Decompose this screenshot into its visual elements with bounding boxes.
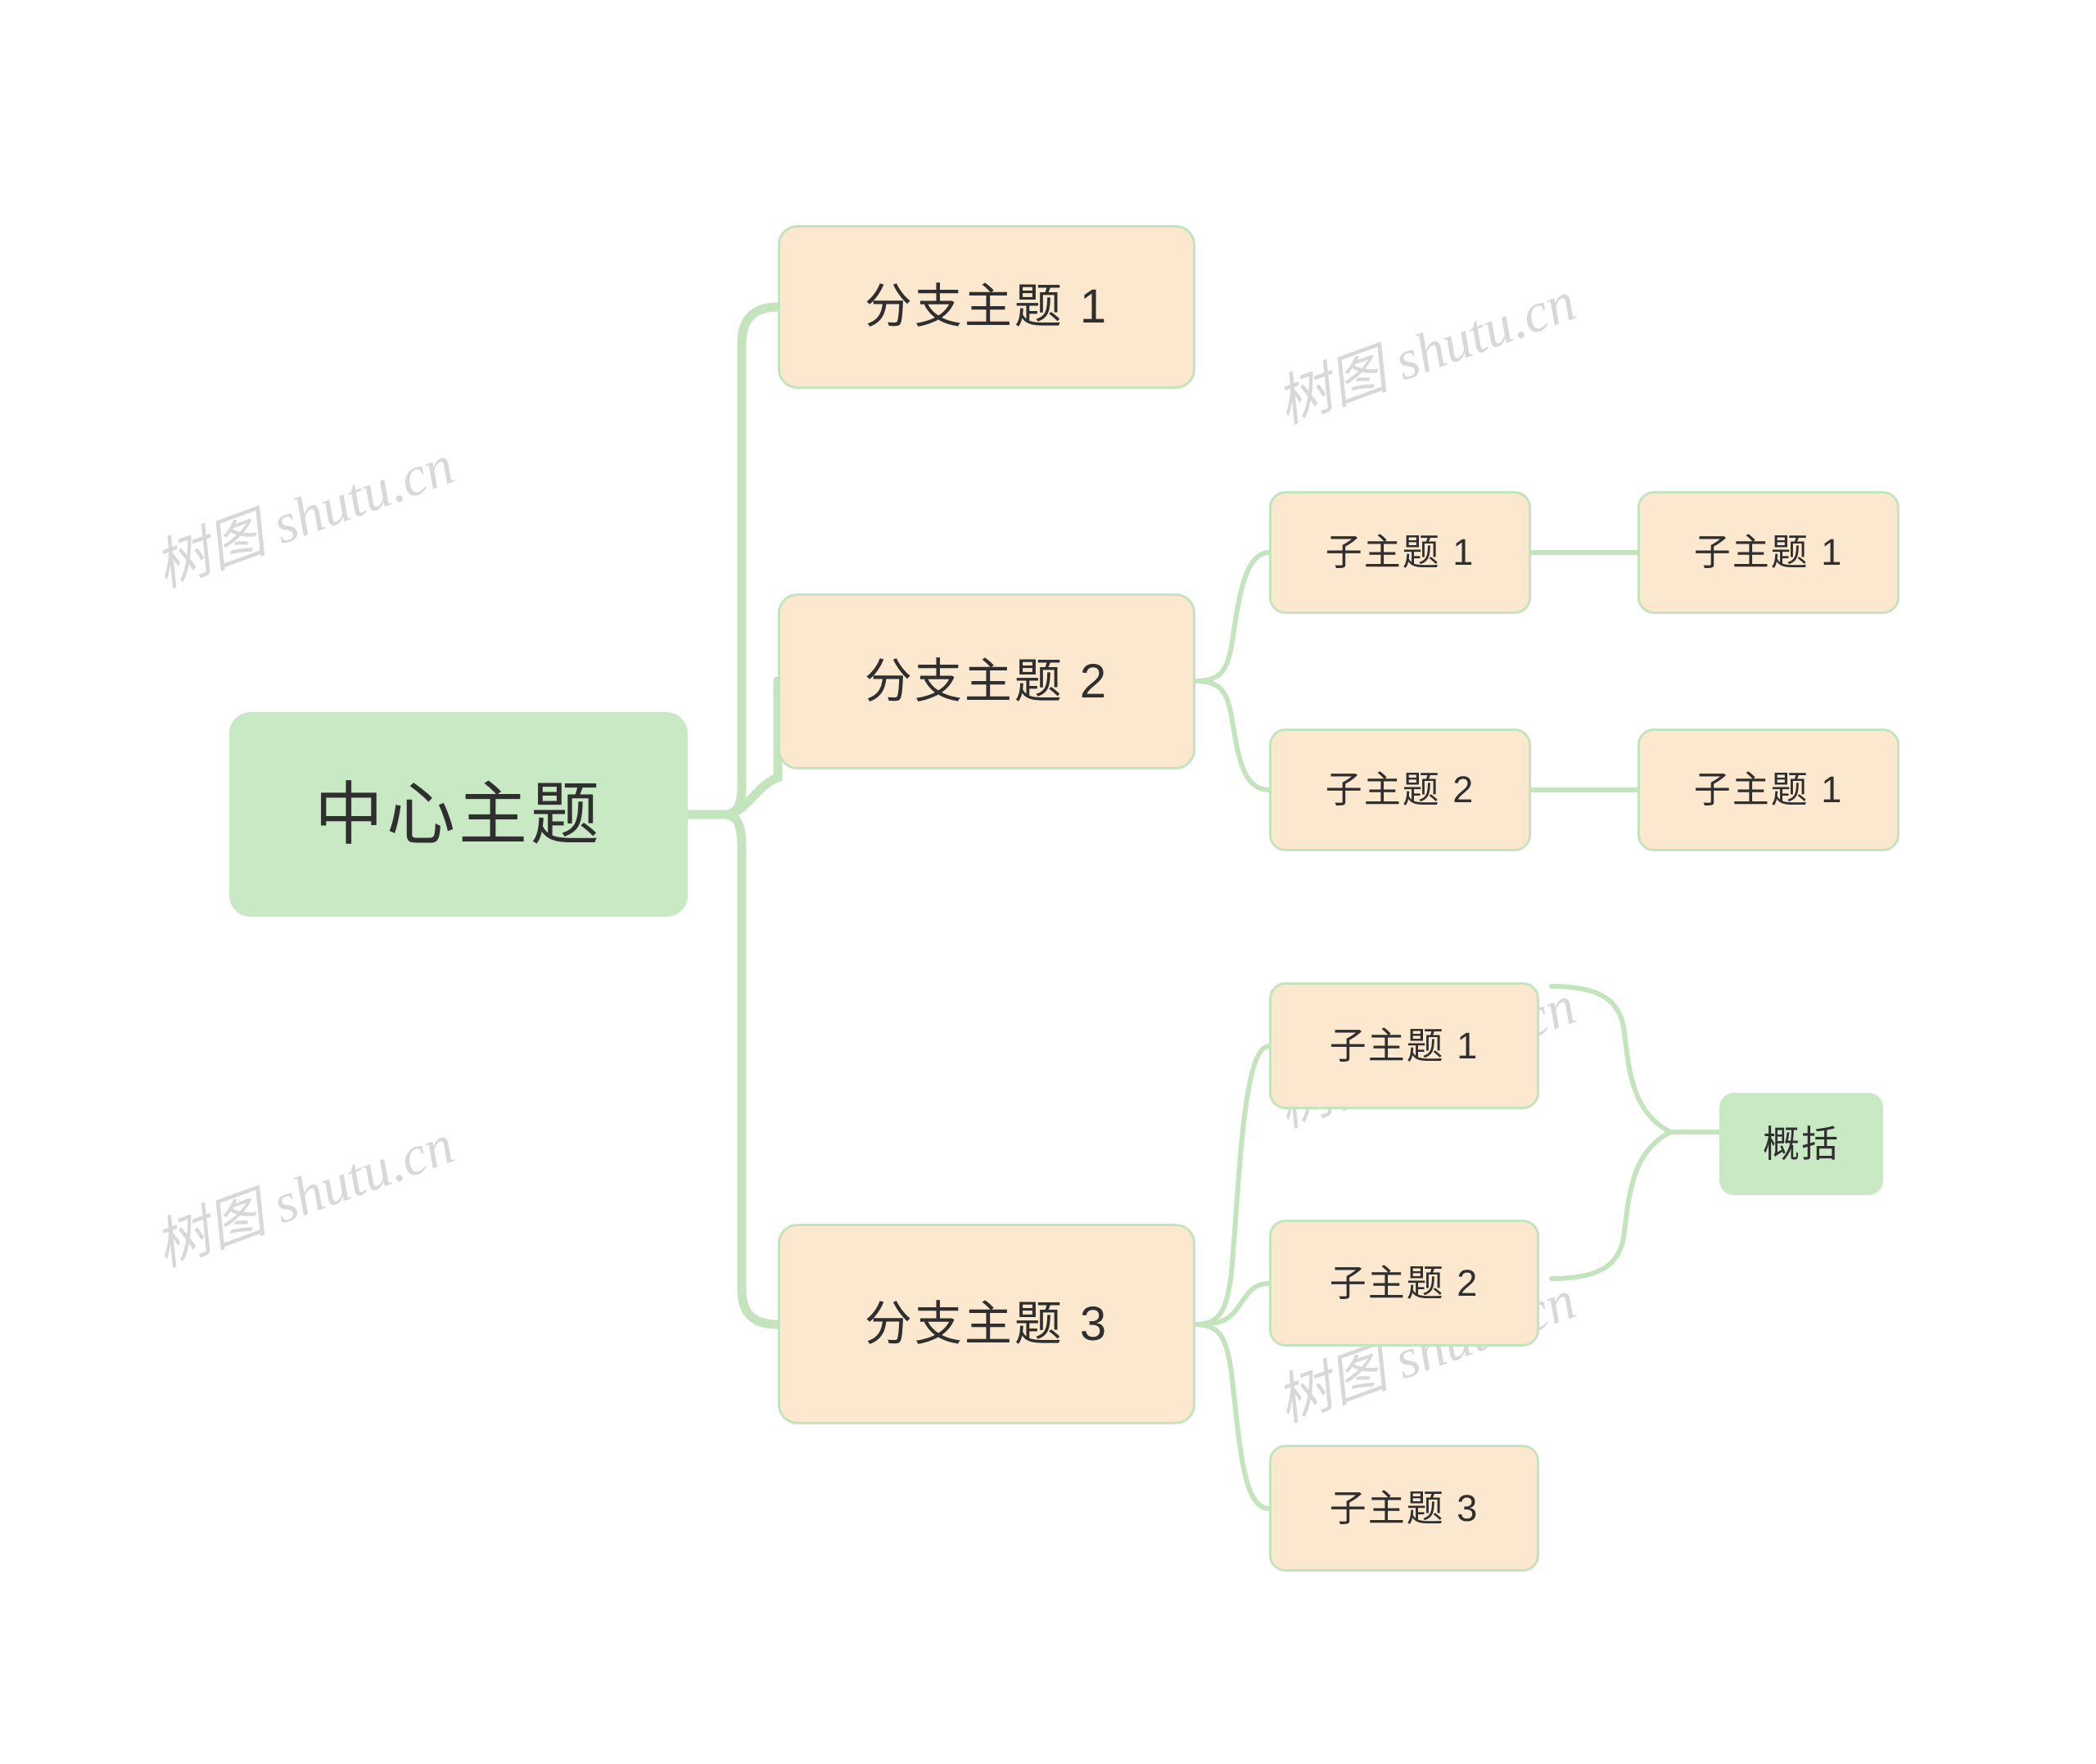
- node-branch-3-sub-2[interactable]: 子主题 2: [1269, 1220, 1539, 1347]
- node-branch-2-sub-2-leaf-1[interactable]: 子主题 1: [1638, 729, 1900, 851]
- node-branch-3-label: 分支主题 3: [864, 1297, 1109, 1351]
- node-branch-2[interactable]: 分支主题 2: [778, 593, 1195, 769]
- node-root-label: 中心主题: [314, 775, 603, 853]
- node-branch-2-sub-1-label: 子主题 1: [1325, 531, 1475, 574]
- node-root[interactable]: 中心主题: [229, 712, 688, 917]
- node-branch-3-sub-1[interactable]: 子主题 1: [1269, 982, 1539, 1109]
- node-branch-3-sub-3[interactable]: 子主题 3: [1269, 1445, 1539, 1572]
- mindmap-canvas: 树图 shutu.cn 树图 shutu.cn 树图 shutu.cn 树图 s…: [0, 0, 2096, 1764]
- node-branch-2-sub-2[interactable]: 子主题 2: [1269, 729, 1531, 851]
- node-branch-3-sub-2-label: 子主题 2: [1329, 1261, 1479, 1304]
- node-branch-2-sub-1-leaf-1[interactable]: 子主题 1: [1638, 491, 1900, 614]
- node-branch-1[interactable]: 分支主题 1: [778, 225, 1195, 389]
- node-branch-3-sub-1-label: 子主题 1: [1329, 1024, 1479, 1067]
- node-branch-1-label: 分支主题 1: [864, 280, 1109, 334]
- node-branch-2-sub-1[interactable]: 子主题 1: [1269, 491, 1531, 614]
- node-branch-2-sub-1-leaf-1-label: 子主题 1: [1693, 531, 1844, 574]
- node-branch-2-label: 分支主题 2: [864, 654, 1109, 708]
- node-branch-3-sub-3-label: 子主题 3: [1329, 1487, 1479, 1529]
- node-summary-label: 概括: [1762, 1122, 1840, 1165]
- node-branch-3[interactable]: 分支主题 3: [778, 1224, 1195, 1424]
- node-layer: 中心主题 分支主题 1 分支主题 2 分支主题 3 子主题 1 子主题 1 子主…: [0, 0, 2096, 1764]
- node-branch-2-sub-2-label: 子主题 2: [1325, 769, 1475, 811]
- node-branch-2-sub-2-leaf-1-label: 子主题 1: [1693, 769, 1844, 811]
- node-summary[interactable]: 概括: [1719, 1093, 1883, 1195]
